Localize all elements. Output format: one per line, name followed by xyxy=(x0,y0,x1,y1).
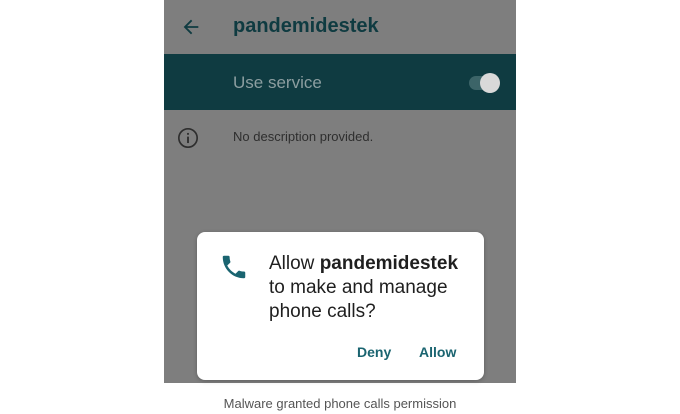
description-text: No description provided. xyxy=(233,129,374,144)
use-service-label: Use service xyxy=(233,73,322,92)
use-service-row[interactable]: Use service xyxy=(164,54,516,110)
back-button[interactable] xyxy=(176,12,206,42)
dialog-app-name: pandemidestek xyxy=(319,253,459,274)
app-bar: pandemidestek xyxy=(164,0,516,54)
dialog-message: Allow pandemidestek to make and manage p… xyxy=(269,252,474,324)
arrow-left-icon xyxy=(183,19,199,35)
info-icon xyxy=(178,128,198,148)
image-caption: Malware granted phone calls permission xyxy=(223,396,457,411)
permission-dialog: Allow pandemidestek to make and manage p… xyxy=(197,232,484,380)
toggle-thumb xyxy=(480,73,500,93)
dialog-prefix: Allow xyxy=(269,253,320,274)
page-title: pandemidestek xyxy=(233,15,379,37)
phone-icon xyxy=(222,255,246,279)
description-row: No description provided. xyxy=(164,118,516,158)
allow-button[interactable]: Allow xyxy=(419,344,456,360)
deny-button[interactable]: Deny xyxy=(357,344,391,360)
use-service-toggle[interactable] xyxy=(469,71,501,95)
dialog-suffix: to make and manage phone calls? xyxy=(269,277,448,322)
